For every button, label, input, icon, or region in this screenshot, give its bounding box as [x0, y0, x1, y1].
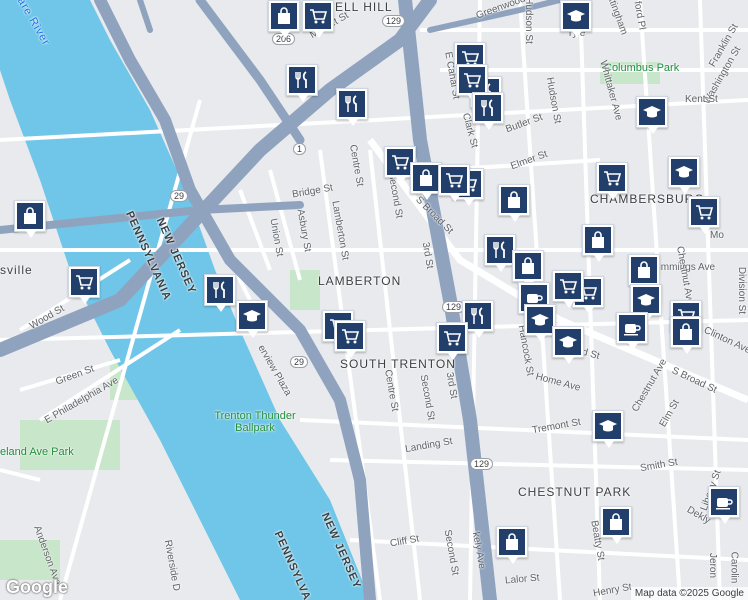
school-icon [239, 303, 265, 329]
shopping-bag-icon [631, 257, 657, 283]
shopping-bag-icon [271, 3, 297, 29]
grocery-cart-icon [305, 3, 331, 29]
school-marker[interactable] [636, 96, 668, 134]
school-marker[interactable] [236, 300, 268, 338]
restaurant-icon [465, 303, 491, 329]
shopping-bag-icon [413, 165, 439, 191]
school-marker[interactable] [592, 410, 624, 448]
street-label: Mo [710, 230, 724, 241]
school-marker[interactable] [552, 326, 584, 364]
cafe-icon [619, 315, 645, 341]
school-marker[interactable] [560, 0, 592, 38]
restaurant-icon [207, 277, 233, 303]
school-marker[interactable] [668, 156, 700, 194]
shopping-bag-icon [501, 187, 527, 213]
street-label: Division St [736, 266, 748, 315]
restaurant-marker[interactable] [204, 274, 236, 312]
street-label: Jeron [707, 552, 719, 579]
grocery-cart-icon [691, 199, 717, 225]
grocery-cart-marker[interactable] [436, 322, 468, 360]
shopping-bag-marker[interactable] [14, 200, 46, 238]
area-label: SOUTH TRENTON [340, 357, 456, 371]
route-shield: 129 [470, 458, 494, 470]
shopping-bag-marker[interactable] [496, 526, 528, 564]
grocery-cart-marker[interactable] [68, 266, 100, 304]
shopping-bag-marker[interactable] [498, 184, 530, 222]
school-icon [563, 3, 589, 29]
shopping-bag-icon [515, 253, 541, 279]
grocery-cart-marker[interactable] [302, 0, 334, 38]
route-shield: 29 [290, 356, 309, 368]
route-shield: 29 [170, 190, 189, 202]
street-label: Kent St [685, 94, 718, 105]
cafe-icon [711, 489, 737, 515]
park-label: eland Ave Park [0, 446, 74, 458]
grocery-cart-icon [555, 273, 581, 299]
grocery-cart-marker[interactable] [688, 196, 720, 234]
restaurant-icon [475, 95, 501, 121]
map-attribution[interactable]: Map data ©2025 Google [630, 587, 748, 600]
map-canvas[interactable]: LAMBERTON SOUTH TRENTON CHAMBERSBURG CHE… [0, 0, 748, 600]
grocery-cart-marker[interactable] [438, 164, 470, 202]
street-label: Carolin [728, 551, 740, 584]
school-icon [639, 99, 665, 125]
area-label: LAMBERTON [318, 274, 402, 288]
restaurant-marker[interactable] [286, 64, 318, 102]
restaurant-icon [487, 237, 513, 263]
shopping-bag-marker[interactable] [582, 224, 614, 262]
school-icon [671, 159, 697, 185]
grocery-cart-marker[interactable] [334, 320, 366, 358]
grocery-cart-icon [337, 323, 363, 349]
grocery-cart-icon [599, 165, 625, 191]
shopping-bag-icon [603, 509, 629, 535]
shopping-bag-icon [673, 319, 699, 345]
restaurant-icon [289, 67, 315, 93]
restaurant-marker[interactable] [336, 88, 368, 126]
grocery-cart-marker[interactable] [596, 162, 628, 200]
google-logo: Google [6, 577, 68, 597]
cafe-marker[interactable] [708, 486, 740, 524]
school-icon [555, 329, 581, 355]
shopping-bag-marker[interactable] [628, 254, 660, 292]
shopping-bag-marker[interactable] [268, 0, 300, 38]
school-icon [527, 307, 553, 333]
shopping-bag-marker[interactable] [600, 506, 632, 544]
shopping-bag-icon [585, 227, 611, 253]
area-label: CHESTNUT PARK [518, 485, 632, 499]
shopping-bag-icon [17, 203, 43, 229]
grocery-cart-marker[interactable] [552, 270, 584, 308]
grocery-cart-icon [71, 269, 97, 295]
restaurant-marker[interactable] [472, 92, 504, 130]
area-label: sville [0, 263, 33, 277]
restaurant-icon [339, 91, 365, 117]
grocery-cart-icon [459, 67, 485, 93]
route-shield: 1 [293, 143, 307, 155]
street-label: Hudson St [522, 0, 534, 44]
route-shield: 129 [382, 15, 406, 27]
park-label: Columbus Park [604, 62, 680, 74]
shopping-bag-icon [499, 529, 525, 555]
grocery-cart-icon [441, 167, 467, 193]
park-label: Trenton Thunder Ballpark [214, 410, 296, 434]
school-icon [633, 287, 659, 313]
cafe-marker[interactable] [616, 312, 648, 350]
grocery-cart-icon [439, 325, 465, 351]
shopping-bag-marker[interactable] [512, 250, 544, 288]
shopping-bag-marker[interactable] [670, 316, 702, 354]
school-icon [595, 413, 621, 439]
